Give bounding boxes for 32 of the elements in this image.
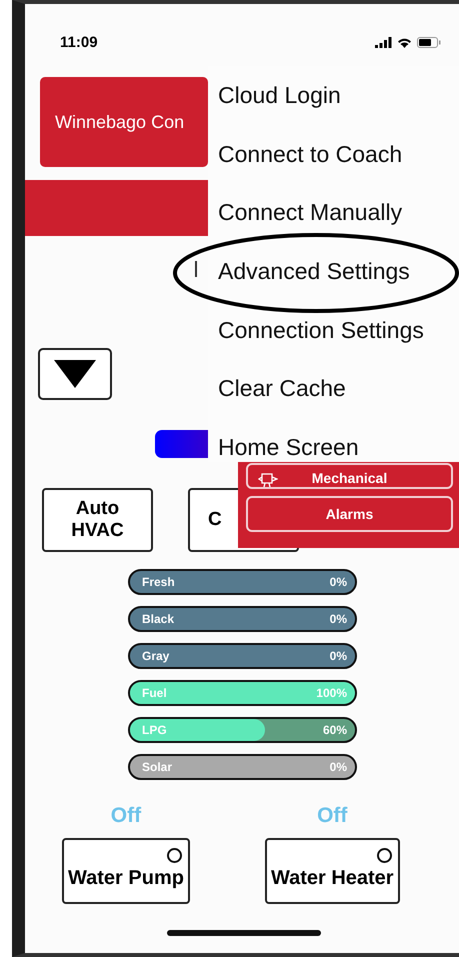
menu-item[interactable]: Cloud Login (208, 75, 459, 115)
status-time: 11:09 (60, 34, 98, 50)
tank-reading: 0% (330, 612, 347, 626)
menu-item[interactable]: Clear Cache (208, 368, 459, 408)
tank-reading: 60% (322, 723, 347, 737)
tank-reading: 100% (316, 686, 347, 700)
banner-title: Winnebago Con (55, 112, 184, 132)
text-cursor-icon (195, 261, 197, 277)
menu-item[interactable]: Connect Manually (208, 192, 459, 232)
tank-name: LPG (142, 723, 167, 737)
switch-button[interactable]: Water Pump (62, 838, 190, 904)
tank-name: Solar (142, 760, 172, 774)
tank-name: Gray (142, 649, 170, 663)
switch-status: Off (317, 804, 348, 828)
tank-name: Black (142, 612, 174, 626)
tank-name: Fuel (142, 686, 167, 700)
panel-button[interactable]: Alarms (246, 496, 453, 532)
tank-name: Fresh (142, 575, 175, 589)
switch-status: Off (110, 804, 142, 828)
triangle-down-icon (54, 360, 96, 388)
wifi-icon (397, 36, 412, 48)
tank-reading: 0% (330, 760, 347, 774)
menu-item[interactable]: Connect to Coach (208, 134, 459, 174)
tank-reading: 0% (330, 649, 347, 663)
mode-button[interactable]: Auto HVAC (42, 488, 153, 552)
signal-icon (375, 36, 392, 48)
battery-icon (417, 36, 441, 48)
tank-reading: 0% (330, 575, 347, 589)
dropdown-button[interactable] (38, 348, 112, 400)
panel-button[interactable]: Mechanical (246, 463, 453, 489)
menu-item[interactable]: Connection Settings (208, 310, 459, 350)
switch-button[interactable]: Water Heater (264, 838, 400, 904)
